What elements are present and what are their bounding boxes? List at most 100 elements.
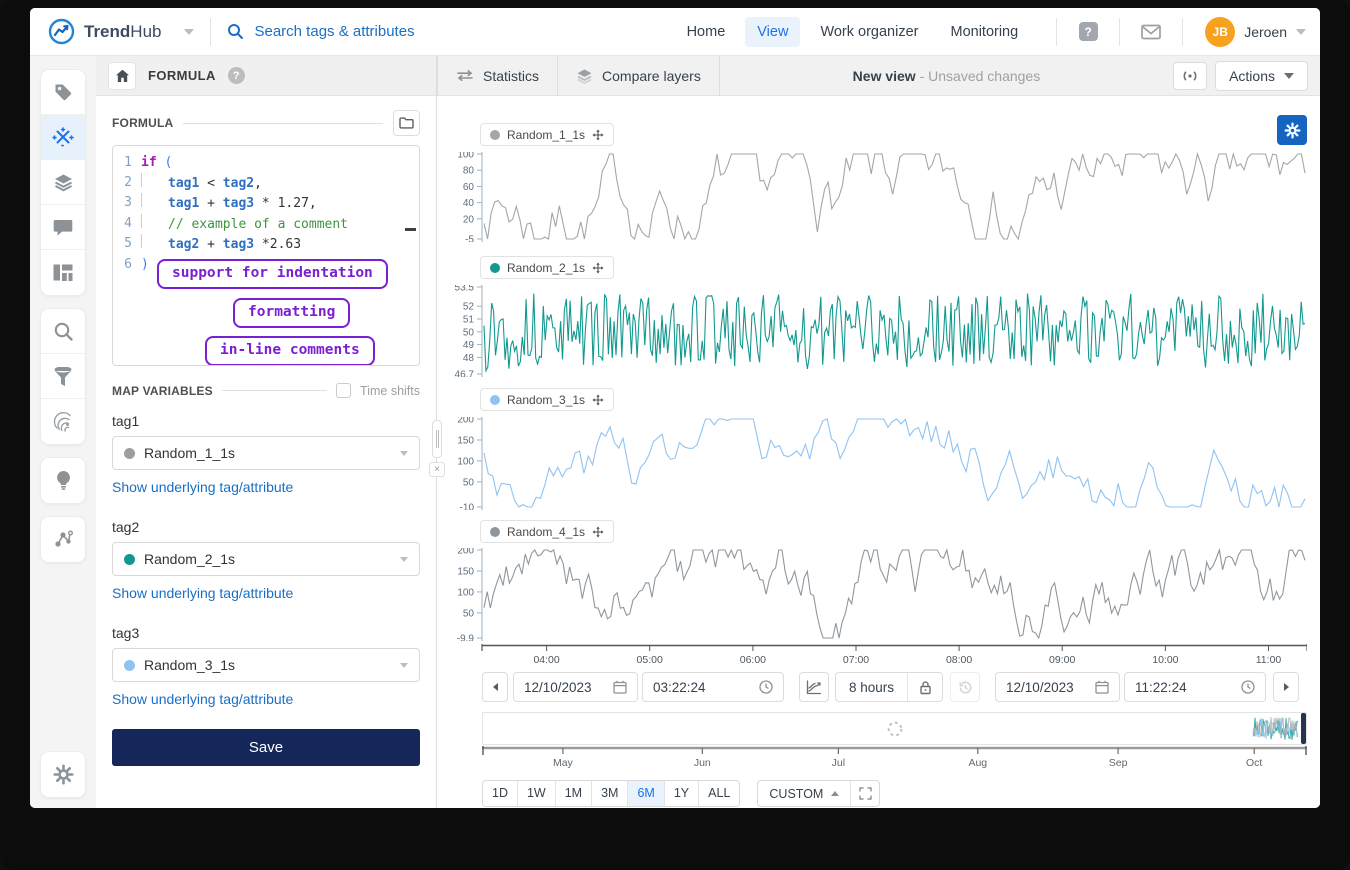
nav-item-work-organizer[interactable]: Work organizer	[808, 17, 930, 47]
custom-range-button[interactable]: CUSTOM	[758, 781, 851, 806]
user-menu[interactable]: JB Jeroen	[1205, 17, 1306, 47]
editor-scrollbar-thumb[interactable]	[405, 228, 416, 231]
start-date-field[interactable]: 12/10/2023	[513, 672, 638, 702]
chevron-down-icon	[1284, 73, 1294, 79]
divider	[1182, 18, 1183, 46]
panel-home-button[interactable]	[108, 62, 136, 90]
trend-plot-random-1[interactable]: 10080604020-5	[437, 152, 1307, 242]
pan-right-button[interactable]	[1273, 672, 1299, 702]
svg-text:10:00: 10:00	[1152, 654, 1178, 666]
end-date-field[interactable]: 12/10/2023	[995, 672, 1120, 702]
series-chip-random-4[interactable]: Random_4_1s	[480, 520, 614, 543]
messages-button[interactable]	[1136, 17, 1166, 47]
preset-1y[interactable]: 1Y	[665, 781, 699, 806]
compare-layers-button[interactable]: Compare layers	[558, 56, 720, 96]
preset-3m[interactable]: 3M	[592, 781, 628, 806]
sidebar-item-filter[interactable]	[41, 354, 85, 399]
end-date-value: 12/10/2023	[1006, 680, 1074, 695]
trend-plot-random-2[interactable]: 53.5525150494846.7	[437, 285, 1307, 377]
statistics-button[interactable]: Statistics	[437, 56, 558, 96]
end-time-field[interactable]: 11:22:24	[1124, 672, 1266, 702]
preset-1m[interactable]: 1M	[556, 781, 592, 806]
preset-6m[interactable]: 6M	[628, 781, 664, 806]
fit-range-button[interactable]	[851, 781, 879, 806]
save-button[interactable]: Save	[112, 729, 420, 766]
global-search[interactable]: Search tags & attributes	[227, 23, 674, 40]
sidebar-item-comments[interactable]	[41, 205, 85, 250]
sidebar-item-dashboards[interactable]	[41, 250, 85, 295]
tag2-select[interactable]: Random_2_1s	[112, 542, 420, 576]
overview-brush-strip[interactable]	[482, 712, 1307, 745]
svg-text:100: 100	[457, 456, 474, 467]
series-color-dot	[490, 395, 500, 405]
brand[interactable]: TrendHub	[48, 18, 194, 45]
duration-lock-button[interactable]	[908, 673, 942, 701]
sidebar-item-context-items[interactable]	[41, 517, 85, 562]
formula-code-editor[interactable]: 1if (2tag1 < tag2,3tag1 + tag3 * 1.27,4/…	[112, 145, 420, 366]
chart-canvas[interactable]: Random_1_1s Random_2_1s Random_3_1s Rand…	[437, 96, 1320, 808]
series-chip-random-3[interactable]: Random_3_1s	[480, 388, 614, 411]
show-underlying-link[interactable]: Show underlying tag/attribute	[112, 691, 420, 707]
svg-text:Sep: Sep	[1109, 757, 1128, 769]
tag1-select[interactable]: Random_1_1s	[112, 436, 420, 470]
compare-trends-button[interactable]	[799, 672, 829, 702]
svg-text:20: 20	[463, 214, 475, 225]
brand-chevron-down-icon[interactable]	[184, 29, 194, 35]
sidebar-item-settings[interactable]	[41, 752, 85, 797]
sidebar-item-formula[interactable]	[41, 115, 85, 160]
pan-left-button[interactable]	[482, 672, 508, 702]
svg-text:46.7: 46.7	[455, 370, 475, 378]
tag3-select[interactable]: Random_3_1s	[112, 648, 420, 682]
time-shifts-checkbox[interactable]	[336, 383, 351, 398]
sidebar-item-recommendations[interactable]	[41, 458, 85, 503]
help-button[interactable]: ?	[1073, 17, 1103, 47]
svg-text:-9.9: -9.9	[457, 634, 475, 642]
chevron-up-icon	[831, 791, 839, 796]
actions-button[interactable]: Actions	[1215, 61, 1308, 91]
panel-help-icon[interactable]: ?	[228, 67, 245, 84]
nav-item-view[interactable]: View	[745, 17, 800, 47]
show-underlying-link[interactable]: Show underlying tag/attribute	[112, 585, 420, 601]
trend-plot-random-3[interactable]: 20015010050-10	[437, 417, 1307, 510]
formula-panel-header: FORMULA ?	[96, 56, 436, 96]
filter-icon	[53, 367, 73, 386]
feature-badge-comments: in-line comments	[205, 336, 375, 366]
live-mode-button[interactable]	[1173, 62, 1207, 90]
nav-item-home[interactable]: Home	[675, 17, 738, 47]
open-formula-folder-button[interactable]	[393, 110, 420, 136]
preset-1d[interactable]: 1D	[483, 781, 518, 806]
preset-1w[interactable]: 1W	[518, 781, 556, 806]
series-chip-random-2[interactable]: Random_2_1s	[480, 256, 614, 279]
reset-time-button[interactable]	[950, 672, 980, 702]
panel-close-button[interactable]: ×	[429, 462, 445, 477]
svg-text:150: 150	[457, 436, 474, 447]
time-shifts-label: Time shifts	[360, 384, 420, 398]
feature-badge-formatting: formatting	[233, 298, 350, 328]
svg-text:Oct: Oct	[1246, 757, 1262, 769]
top-navbar: TrendHub Search tags & attributes Home V…	[30, 8, 1320, 56]
svg-text:Aug: Aug	[968, 757, 987, 769]
show-underlying-link[interactable]: Show underlying tag/attribute	[112, 479, 420, 495]
left-icon-rail	[30, 56, 96, 808]
start-time-field[interactable]: 03:22:24	[642, 672, 784, 702]
trend-plot-random-4[interactable]: 20015010050-9.9	[437, 548, 1307, 641]
rail-group-settings	[40, 751, 86, 798]
duration-value[interactable]: 8 hours	[836, 673, 908, 701]
rail-group-trend	[40, 69, 86, 296]
preset-all[interactable]: ALL	[699, 781, 739, 806]
sidebar-item-fingerprint[interactable]	[41, 399, 85, 444]
variable-name: tag2	[112, 519, 420, 535]
view-name: New view	[853, 68, 916, 84]
formula-panel-body: FORMULA 1if (2tag1 < tag2,3tag1 + tag3 *…	[96, 96, 436, 808]
sidebar-item-layers[interactable]	[41, 160, 85, 205]
divider	[1119, 18, 1120, 46]
series-chip-random-1[interactable]: Random_1_1s	[480, 123, 614, 146]
panel-resize-grip[interactable]	[432, 420, 442, 458]
nav-item-monitoring[interactable]: Monitoring	[938, 17, 1030, 47]
series-chip-label: Random_2_1s	[507, 261, 585, 275]
brush-handle[interactable]	[1301, 713, 1306, 744]
chart-settings-button[interactable]	[1277, 115, 1307, 145]
compare-layers-label: Compare layers	[602, 68, 701, 84]
sidebar-item-search[interactable]	[41, 309, 85, 354]
sidebar-item-tags[interactable]	[41, 70, 85, 115]
